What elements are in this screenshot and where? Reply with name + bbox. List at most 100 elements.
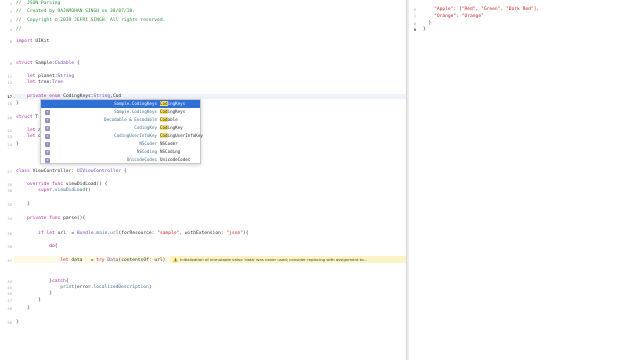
code-token: // Copyright © 2018 JEFRI SINGH. All rig… bbox=[16, 18, 166, 23]
json-line[interactable]: } bbox=[423, 21, 432, 26]
code-line[interactable]: } bbox=[16, 101, 19, 106]
code-line[interactable]: let planet:String bbox=[16, 74, 74, 79]
autocomplete-popup[interactable]: Sample.CodingKeys CodingKeys S Sample.Codin… bbox=[40, 99, 203, 164]
code-line[interactable]: do{ bbox=[16, 244, 57, 249]
autocomplete-item[interactable]: P UnicodeCodec UnicodeCodec bbox=[41, 156, 200, 164]
code-token: Codable bbox=[54, 61, 75, 66]
code-token: data = bbox=[68, 258, 97, 263]
code-token: Data bbox=[107, 258, 119, 263]
code-line[interactable]: // Copyright © 2018 JEFRI SINGH. All rig… bbox=[16, 18, 165, 23]
autocomplete-item[interactable]: P NSCoding NSCoding bbox=[41, 148, 200, 156]
code-line[interactable]: } bbox=[16, 306, 30, 311]
code-line[interactable]: struct T bbox=[16, 115, 38, 120]
code-line[interactable]: if let url = Bundle.main.url(forResource… bbox=[16, 231, 248, 236]
code-line[interactable]: } bbox=[16, 291, 52, 296]
code-token: url = bbox=[54, 231, 77, 236]
struct-badge-icon: S bbox=[45, 133, 50, 139]
code-line[interactable]: }catch{ bbox=[16, 279, 68, 284]
autocomplete-item[interactable]: C NSCoder NSCoder bbox=[41, 140, 200, 148]
code-line[interactable]: let o bbox=[16, 134, 41, 139]
code-token: struct bbox=[16, 115, 33, 120]
code-line[interactable]: let a bbox=[16, 128, 41, 133]
code-line[interactable]: } bbox=[16, 298, 41, 303]
json-line[interactable]: "Orange": "Orange" bbox=[423, 14, 484, 19]
code-line[interactable]: } bbox=[16, 320, 19, 325]
line-number: 44 bbox=[7, 279, 12, 284]
json-line[interactable]: } bbox=[423, 27, 426, 32]
code-token: "json" bbox=[226, 231, 243, 236]
code-token: try bbox=[96, 258, 105, 263]
inline-warning[interactable]: Initialization of immutable value 'data'… bbox=[170, 256, 406, 263]
code-token: (error. bbox=[74, 285, 94, 290]
code-token: } bbox=[16, 320, 19, 325]
code-token: UIViewController bbox=[76, 169, 122, 174]
code-token: T bbox=[32, 115, 39, 120]
struct-badge-icon: S bbox=[45, 109, 50, 115]
code-token: "sample" bbox=[157, 231, 180, 236]
code-line[interactable]: class ViewController: UIViewController { bbox=[16, 169, 127, 174]
code-token: { bbox=[121, 169, 127, 174]
code-token: let bbox=[60, 258, 69, 263]
autocomplete-item[interactable]: P CodingKey CodingKey bbox=[41, 124, 200, 132]
code-line[interactable]: import UIKit bbox=[16, 39, 49, 44]
autocomplete-item-rest: ingKey bbox=[167, 125, 183, 130]
autocomplete-item[interactable]: T Decodable & Encodable Codable bbox=[41, 116, 200, 124]
line-number: 8 bbox=[413, 21, 416, 26]
line-number: 9 bbox=[413, 27, 416, 32]
code-token: (forResource: bbox=[118, 231, 158, 236]
code-token: struct bbox=[16, 61, 33, 66]
warning-icon bbox=[173, 257, 178, 262]
code-line[interactable]: super.viewDidLoad() bbox=[16, 188, 91, 193]
line-number: 38 bbox=[7, 244, 12, 249]
code-token: import bbox=[16, 39, 33, 44]
proto-badge-icon: P bbox=[45, 149, 50, 155]
line-number: 34 bbox=[7, 216, 12, 221]
code-line[interactable]: let data = try Data(contentsOf: url) bbox=[16, 258, 165, 263]
code-line[interactable]: print(error.localizedDescription) bbox=[16, 285, 151, 290]
code-line[interactable]: struct Sample:Codable { bbox=[16, 61, 80, 66]
typeal-badge-icon: T bbox=[45, 117, 50, 123]
code-token: (contentsOf: url) bbox=[118, 258, 166, 263]
code-line[interactable]: } bbox=[16, 202, 30, 207]
code-line[interactable]: // Created by RAJAMOHAN SINGH on 30/07/1… bbox=[16, 9, 135, 14]
json-line[interactable]: "Apple": ["Red", "Green", "Dark Red"], bbox=[423, 7, 539, 12]
code-token: private bbox=[27, 216, 47, 221]
code-line[interactable]: // JSON Parsing bbox=[16, 1, 60, 6]
autocomplete-item-name: CodingUserInfoKey bbox=[160, 132, 203, 140]
line-number: 12 bbox=[7, 80, 12, 85]
code-editor[interactable]: 1 2 3 4 6 9 11 12 17 18 20 22 23 24 27 29 30 32 34 36 38 41 44… bbox=[0, 0, 406, 360]
code-line[interactable]: override func viewDidLoad() { bbox=[16, 182, 107, 187]
code-line[interactable]: private func parse(){ bbox=[16, 216, 85, 221]
code-line[interactable]: let tree:Tree bbox=[16, 80, 63, 85]
autocomplete-item-name: CodingKey bbox=[160, 124, 183, 132]
autocomplete-item[interactable]: Sample.CodingKeys CodingKeys bbox=[41, 100, 200, 108]
code-token: () bbox=[85, 188, 91, 193]
autocomplete-item-type: CodingUserInfoKey bbox=[114, 133, 157, 138]
code-line[interactable]: } bbox=[16, 142, 19, 147]
code-token: // Created by RAJAMOHAN SINGH on 30/07/1… bbox=[16, 9, 135, 14]
line-number: 6 bbox=[9, 39, 12, 44]
warning-message: Initialization of immutable value 'data'… bbox=[180, 257, 368, 262]
autocomplete-item-type: Decodable & Encodable bbox=[104, 117, 157, 122]
autocomplete-item-type: NSCoding bbox=[136, 149, 157, 154]
autocomplete-item[interactable]: S CodingUserInfoKey CodingUserInfoKey bbox=[41, 132, 203, 140]
line-number: 2 bbox=[9, 9, 12, 14]
code-token: main bbox=[96, 231, 108, 236]
code-token: Sample: bbox=[32, 61, 55, 66]
line-number: 36 bbox=[7, 231, 12, 236]
match-highlight: Cod bbox=[160, 133, 168, 138]
line-number: 11 bbox=[7, 74, 12, 79]
line-number: 27 bbox=[7, 169, 12, 174]
autocomplete-item[interactable]: S Sample.CodingKeys CodingKeys bbox=[41, 108, 200, 116]
line-number: 23 bbox=[7, 134, 12, 139]
json-file-panel[interactable]: 6 "Apple": ["Red", "Green", "Dark Red"],… bbox=[409, 0, 640, 360]
code-token: super bbox=[38, 188, 52, 193]
code-line[interactable]: // bbox=[16, 27, 22, 32]
